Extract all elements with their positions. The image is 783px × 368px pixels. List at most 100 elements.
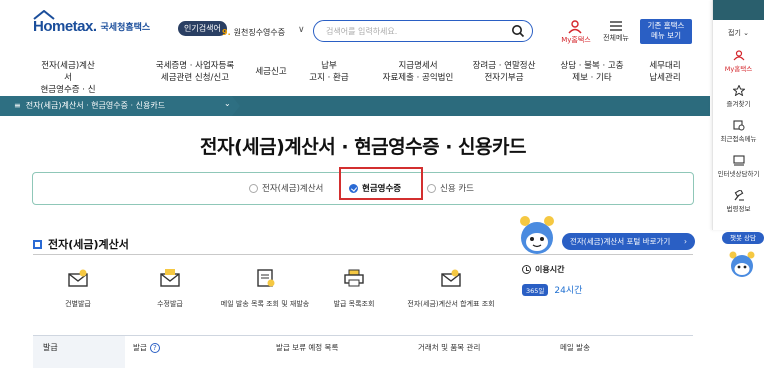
printer-icon [344,269,364,287]
hours-title-text: 이용시간 [535,265,565,274]
popular-search-badge: 인기검색어 [178,21,227,36]
envelope-pen-icon [68,269,88,287]
nav-item-certificate[interactable]: 국세증명 · 사업자등록 세금관련 신청/신고 [140,60,250,84]
etax-portal-button[interactable]: 전자(세금)계산서 포털 바로가기 › [562,233,695,250]
gavel-icon [733,190,744,201]
nav-item-tax-report[interactable]: 세금신고 [246,66,296,78]
divider [33,254,693,255]
fold-label: 접기 [728,29,741,37]
nav-item-consult[interactable]: 상담 · 불복 · 고충제보 · 기타 [552,60,632,84]
main-nav: 전자(세금)계산서현금영수증 · 신용카드 국세증명 · 사업자등록세금관련 신… [0,60,710,107]
check-circle-icon [249,183,258,193]
service-label: 메일 발송 목록 조회 및 재발송 [220,300,310,308]
chevron-down-icon: ⌄ [743,29,749,37]
nav-sublabel: 제보 · 기타 [572,73,612,83]
star-icon [732,85,745,96]
chatbot-button[interactable]: 챗봇 상담 [722,232,764,244]
rail-item-consult[interactable]: 인터넷상담하기 [713,155,764,178]
main-area: Hometax. 국세청홈택스 인기검색어 9. 원천징수영수증 ∨ 검색어를 입… [0,0,710,368]
chat-icon [732,155,745,166]
nav-item-tax-agent[interactable]: 세무대리납세관리 [640,60,690,84]
rail-label: 법령정보 [726,205,751,213]
highlight-box [339,167,423,200]
hours-value: 24시간 [554,286,583,296]
envelope-search-icon [441,269,461,287]
chatbot-mascot-icon[interactable] [727,250,757,278]
person-icon [733,50,744,61]
all-menu-label: 전체메뉴 [603,34,629,42]
service-issue[interactable]: 건별발급 [33,268,123,309]
row-cell-partner[interactable]: 거래처 및 품목 관리 [418,342,480,353]
tab-etax[interactable]: 전자(세금)계산서 [249,182,323,194]
rail-top-bar [713,0,764,20]
rail-item-recent[interactable]: 최근접속메뉴 [713,120,764,143]
my-hometax-button[interactable]: My홈택스 [560,20,592,45]
page: Hometax. 국세청홈택스 인기검색어 9. 원천징수영수증 ∨ 검색어를 입… [0,0,783,368]
house-roof-icon [33,10,55,20]
cell-label: 거래처 및 품목 관리 [418,343,481,352]
envelope-edit-icon [160,269,180,287]
prev-hometax-line2: 메뉴 보기 [651,31,681,40]
service-label: 발급 목록조회 [333,300,375,308]
service-mail-list[interactable]: 메일 발송 목록 조회 및 재발송 [217,268,313,309]
page-title: 전자(세금)계산서 · 현금영수증 · 신용카드 [200,136,526,158]
fold-button[interactable]: 접기 ⌄ [713,28,764,38]
check-circle-icon [427,183,436,193]
cell-label: 발급 [133,343,147,352]
all-menu-button[interactable]: 전체메뉴 [598,20,634,43]
cell-label: 메일 발송 [560,343,590,352]
nav-sublabel: 세금관련 신청/신고 [160,73,230,83]
search-input[interactable]: 검색어를 입력하세요. [313,20,533,42]
hometax-logo[interactable]: Hometax. 국세청홈택스 [33,18,150,35]
rail-item-favorites[interactable]: 즐겨찾기 [713,85,764,108]
chevron-right-icon: › [684,237,687,246]
quick-menu-rail: 접기 ⌄ My홈택스 즐겨찾기 최근접속메뉴 인터넷상담하기 법령정보 [712,0,764,230]
nav-sublabel: 고지 · 환급 [309,73,349,83]
nav-item-statement[interactable]: 지급명세서 자료제출 · 공익법인 [368,60,468,84]
rail-item-my-hometax[interactable]: My홈택스 [713,50,764,73]
search-icon[interactable] [511,24,525,38]
nav-label: 납부 [321,61,337,71]
nav-item-payment[interactable]: 납부고지 · 환급 [300,60,358,84]
row-cell-issue[interactable]: 발급? [133,342,160,353]
nav-sublabel: 납세관리 [649,73,681,83]
service-summary[interactable]: 전자(세금)계산서 합계표 조회 [401,268,501,309]
nav-sublabel: 자료제출 · 공익법인 [382,73,454,83]
table-row: 발급 발급? 발급 보류 예정 목록 거래처 및 품목 관리 메일 발송 [33,335,693,368]
nav-label: 상담 · 불복 · 고충 [560,61,624,71]
chevron-down-icon[interactable]: ⌄ [224,99,231,108]
nav-item-incentive[interactable]: 장려금 · 연말정산 전자기부금 [464,60,544,84]
prev-hometax-menu-button[interactable]: 기존 홈택스 메뉴 보기 [640,19,692,44]
rail-label: 인터넷상담하기 [717,170,760,178]
scrollbar[interactable] [764,0,783,368]
person-icon [568,20,582,34]
section-title-text: 전자(세금)계산서 [48,238,129,251]
breadcrumb: ≡ 전자(세금)계산서 · 현금영수증 · 신용카드 ⌄ [0,96,710,116]
nav-label: 장려금 · 연말정산 [472,61,536,71]
mascot-icon [520,216,554,254]
clock-icon [522,265,531,274]
nav-label: 세무대리 [649,61,681,71]
category-tabs: 전자(세금)계산서 현금영수증 신용 카드 [32,167,694,205]
hours-badge: 365일 [522,283,549,296]
breadcrumb-text[interactable]: ≡ 전자(세금)계산서 · 현금영수증 · 신용카드 [14,100,165,111]
hours-value-row: 365일 24시간 [522,283,582,296]
logo-text: Hometax. [33,18,97,35]
chevron-down-icon[interactable]: ∨ [298,25,305,35]
service-label: 수정발급 [157,300,183,308]
row-header: 발급 [33,336,125,368]
cell-label: 발급 보류 예정 목록 [276,343,339,352]
row-cell-mail[interactable]: 메일 발송 [560,342,590,353]
rail-label: 최근접속메뉴 [720,135,757,143]
service-modify[interactable]: 수정발급 [125,268,215,309]
rail-label: 즐겨찾기 [726,100,751,108]
service-icon-grid: 건별발급 수정발급 메일 발송 목록 조회 및 재발송 발급 목록조회 전자(세… [33,268,513,328]
help-icon[interactable]: ? [149,342,160,353]
popular-search-item[interactable]: 9. 원천징수영수증 [222,27,285,38]
tab-credit-card[interactable]: 신용 카드 [427,182,474,194]
row-cell-pending[interactable]: 발급 보류 예정 목록 [276,342,338,353]
service-label: 건별발급 [65,300,91,308]
service-issue-list[interactable]: 발급 목록조회 [309,268,399,309]
rail-item-law[interactable]: 법령정보 [713,190,764,213]
hours-title: 이용시간 [522,264,582,275]
